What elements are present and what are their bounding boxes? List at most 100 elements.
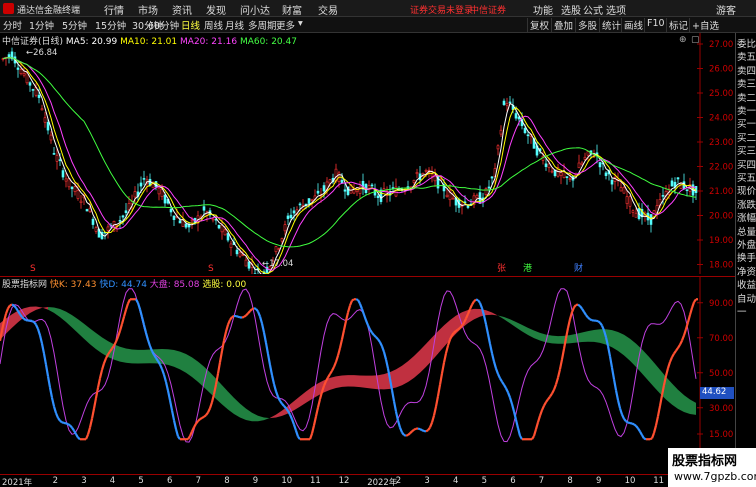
menu-ask[interactable]: 问小达 [240, 2, 270, 17]
quote-field-label[interactable]: 涨跌 [737, 197, 756, 211]
tab-multi-period[interactable]: 多周期 [248, 18, 277, 32]
kd-segment [120, 316, 126, 325]
candlestick-chart[interactable]: 27.00 26.00 25.00 24.00 23.00 22.00 21.00 20.00… [0, 33, 735, 274]
quote-field-label[interactable]: 买五 [737, 170, 756, 184]
quote-field-label[interactable]: 卖二 [737, 90, 756, 104]
quote-field-label[interactable]: 换手 [737, 250, 756, 264]
quote-field-label[interactable]: 一 [737, 304, 756, 318]
add-watchlist-button[interactable]: +自选 [689, 18, 721, 32]
indicator-legend: 股票指标网 快K: 37.43 快D: 44.74 大盘: 85.08 选股: … [2, 277, 246, 290]
stock-title: 中信证券(日线) [2, 37, 64, 47]
login-alert[interactable]: 证券交易未登录 [410, 3, 473, 16]
tab-weekly[interactable]: 周线 [204, 18, 223, 32]
menu-options[interactable]: 选项 [606, 2, 626, 17]
date-tick-label: 8 [567, 476, 573, 486]
event-marker[interactable]: S [208, 264, 214, 274]
date-tick-label: 10 [281, 476, 293, 486]
menu-exchange[interactable]: 市场 [138, 2, 158, 17]
quote-field-label[interactable]: 委比 [737, 36, 756, 50]
user-label[interactable]: 游客 [716, 2, 736, 17]
settings-icon[interactable]: ⊕ [679, 35, 687, 45]
event-marker[interactable]: 张 [497, 263, 506, 274]
adjust-button[interactable]: 复权 [527, 18, 551, 32]
trend-ribbon [486, 310, 492, 316]
menu-formula[interactable]: 公式 [583, 2, 603, 17]
f10-button[interactable]: F10 [644, 18, 667, 32]
candle-body [127, 203, 131, 211]
menu-function[interactable]: 功能 [533, 2, 553, 17]
draw-line-button[interactable]: 画线 [621, 18, 645, 32]
quote-field-label[interactable]: 净资 [737, 264, 756, 278]
kd-segment [453, 330, 457, 334]
candle-body [142, 178, 146, 180]
menu-wealth[interactable]: 财富 [282, 2, 302, 17]
kd-segment [50, 397, 56, 407]
trend-ribbon [474, 308, 480, 320]
candle-body [220, 224, 224, 233]
tab-1min[interactable]: 1分钟 [29, 18, 54, 32]
period-toolbar: 分时 1分钟 5分钟 15分钟 30分钟 60分钟 日线 周线 月线 多周期 更… [0, 17, 756, 33]
menu-market[interactable]: 行情 [104, 2, 124, 17]
kd-segment [589, 318, 593, 322]
kd-segment [36, 328, 42, 336]
tab-monthly[interactable]: 月线 [225, 18, 244, 32]
trend-ribbon [420, 343, 426, 373]
menu-discover[interactable]: 发现 [206, 2, 226, 17]
kd-segment [568, 311, 574, 320]
event-marker[interactable]: S [30, 264, 36, 274]
maximize-icon[interactable]: ▢ [691, 35, 700, 45]
tab-60min[interactable]: 60分钟 [148, 18, 179, 32]
stats-button[interactable]: 统计 [599, 18, 623, 32]
menu-stock-select[interactable]: 选股 [561, 2, 581, 17]
quote-field-label[interactable]: 买三 [737, 143, 756, 157]
trend-ribbon [90, 328, 96, 350]
kd-segment [277, 396, 281, 402]
overlay-button[interactable]: 叠加 [551, 18, 575, 32]
date-tick-label: 2021年 [2, 478, 33, 487]
kd-segment [203, 414, 207, 418]
indicator-chart[interactable]: 90.00 70.00 50.00 30.00 15.00 [0, 276, 735, 474]
menu-news[interactable]: 资讯 [172, 2, 192, 17]
kd-segment [536, 415, 542, 423]
kd-segment [281, 403, 285, 407]
quote-field-label[interactable]: 自动 [737, 291, 756, 305]
quote-field-label[interactable]: 卖三 [737, 76, 756, 90]
event-marker[interactable]: 财 [574, 262, 583, 274]
quote-field-label[interactable]: 涨幅 [737, 210, 756, 224]
broker-name[interactable]: 中信证券 [470, 3, 506, 16]
tab-daily[interactable]: 日线 [181, 18, 200, 32]
mark-button[interactable]: 标记 [666, 18, 690, 32]
quote-field-label[interactable]: 买一 [737, 116, 756, 130]
tab-more[interactable]: 更多 [276, 18, 295, 32]
multi-stock-button[interactable]: 多股 [575, 18, 599, 32]
kd-segment [210, 393, 216, 403]
kd-segment [641, 434, 645, 440]
quote-field-label[interactable]: 买二 [737, 130, 756, 144]
quote-field-label[interactable]: 买四 [737, 157, 756, 171]
tab-15min[interactable]: 15分钟 [95, 18, 126, 32]
quote-field-label[interactable]: 外盘 [737, 237, 756, 251]
quote-field-label[interactable]: 总量 [737, 224, 756, 238]
trend-ribbon [54, 307, 60, 318]
tab-intraday[interactable]: 分时 [3, 18, 22, 32]
quote-field-label[interactable]: 卖五 [737, 49, 756, 63]
tab-5min[interactable]: 5分钟 [62, 18, 87, 32]
chevron-down-icon[interactable]: ▾ [298, 18, 303, 29]
quote-field-label[interactable]: 卖四 [737, 63, 756, 77]
candle-body [43, 117, 47, 123]
candle-body [451, 197, 455, 200]
kd-segment [671, 353, 675, 358]
quote-field-label[interactable]: 现价 [737, 183, 756, 197]
event-marker[interactable]: 港 [523, 262, 532, 274]
quote-field-label[interactable]: 收益 [737, 277, 756, 291]
date-tick-label: 6 [167, 476, 173, 486]
candle-body [58, 159, 62, 161]
candle-body [634, 212, 638, 218]
menu-trade[interactable]: 交易 [318, 2, 338, 17]
quote-field-label[interactable]: 卖一 [737, 103, 756, 117]
trend-ribbon [654, 362, 660, 394]
kd-segment [534, 421, 540, 430]
kd-segment [551, 389, 555, 395]
candle-body [475, 194, 479, 199]
quote-side-panel: 委比 卖五 卖四 卖三 卖二 卖一 买一 买二 买三 买四 买五 现价 涨跌 涨幅 总量 外盘 换手 净资 收益 自动… [735, 33, 756, 487]
